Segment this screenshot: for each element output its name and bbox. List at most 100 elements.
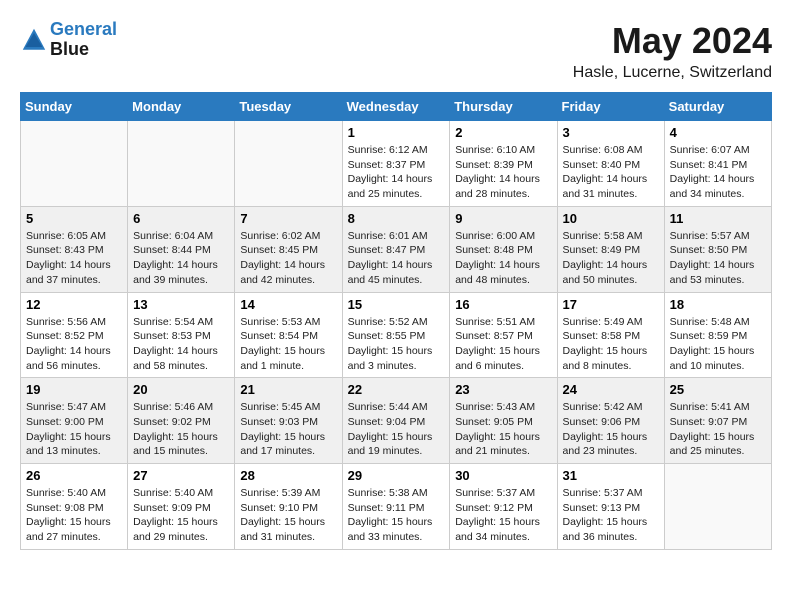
- calendar-cell: 7 Sunrise: 6:02 AM Sunset: 8:45 PM Daylig…: [235, 206, 342, 292]
- cell-info: Sunrise: 5:40 AM Sunset: 9:08 PM Dayligh…: [26, 486, 122, 545]
- day-number: 10: [563, 211, 659, 226]
- calendar-cell: 10Sunrise: 5:58 AM Sunset: 8:49 PM Dayli…: [557, 206, 664, 292]
- calendar-cell: 27Sunrise: 5:40 AM Sunset: 9:09 PM Dayli…: [128, 464, 235, 550]
- day-number: 9: [455, 211, 551, 226]
- cell-info: Sunrise: 6:00 AM Sunset: 8:48 PM Dayligh…: [455, 229, 551, 288]
- day-number: 21: [240, 382, 336, 397]
- day-number: 17: [563, 297, 659, 312]
- day-number: 6: [133, 211, 229, 226]
- calendar-cell: 14Sunrise: 5:53 AM Sunset: 8:54 PM Dayli…: [235, 292, 342, 378]
- cell-info: Sunrise: 5:52 AM Sunset: 8:55 PM Dayligh…: [348, 315, 445, 374]
- day-header-wednesday: Wednesday: [342, 93, 450, 121]
- page-header: General Blue May 2024 Hasle, Lucerne, Sw…: [20, 20, 772, 82]
- calendar-cell: [235, 121, 342, 207]
- cell-info: Sunrise: 5:40 AM Sunset: 9:09 PM Dayligh…: [133, 486, 229, 545]
- cell-info: Sunrise: 6:07 AM Sunset: 8:41 PM Dayligh…: [670, 143, 766, 202]
- day-number: 8: [348, 211, 445, 226]
- cell-info: Sunrise: 5:41 AM Sunset: 9:07 PM Dayligh…: [670, 400, 766, 459]
- calendar-cell: 18 Sunrise: 5:48 AM Sunset: 8:59 PM Dayli…: [664, 292, 771, 378]
- calendar-cell: 25 Sunrise: 5:41 AM Sunset: 9:07 PM Dayli…: [664, 378, 771, 464]
- calendar-table: SundayMondayTuesdayWednesdayThursdayFrid…: [20, 92, 772, 550]
- cell-info: Sunrise: 5:45 AM Sunset: 9:03 PM Dayligh…: [240, 400, 336, 459]
- calendar-week-row: 19Sunrise: 5:47 AM Sunset: 9:00 PM Dayli…: [21, 378, 772, 464]
- location-title: Hasle, Lucerne, Switzerland: [573, 64, 772, 82]
- logo-icon: [20, 26, 48, 54]
- cell-info: Sunrise: 5:37 AM Sunset: 9:13 PM Dayligh…: [563, 486, 659, 545]
- day-number: 5: [26, 211, 122, 226]
- day-number: 4: [670, 125, 766, 140]
- cell-info: Sunrise: 5:49 AM Sunset: 8:58 PM Dayligh…: [563, 315, 659, 374]
- cell-info: Sunrise: 5:54 AM Sunset: 8:53 PM Dayligh…: [133, 315, 229, 374]
- logo-general: General: [50, 19, 117, 39]
- cell-info: Sunrise: 5:39 AM Sunset: 9:10 PM Dayligh…: [240, 486, 336, 545]
- calendar-cell: 11Sunrise: 5:57 AM Sunset: 8:50 PM Dayli…: [664, 206, 771, 292]
- day-number: 30: [455, 468, 551, 483]
- calendar-cell: 12 Sunrise: 5:56 AM Sunset: 8:52 PM Dayli…: [21, 292, 128, 378]
- day-number: 24: [563, 382, 659, 397]
- day-number: 20: [133, 382, 229, 397]
- month-title: May 2024: [573, 20, 772, 62]
- day-number: 25: [670, 382, 766, 397]
- day-number: 29: [348, 468, 445, 483]
- day-number: 22: [348, 382, 445, 397]
- day-number: 28: [240, 468, 336, 483]
- calendar-header-row: SundayMondayTuesdayWednesdayThursdayFrid…: [21, 93, 772, 121]
- cell-info: Sunrise: 5:38 AM Sunset: 9:11 PM Dayligh…: [348, 486, 445, 545]
- calendar-cell: 6 Sunrise: 6:04 AM Sunset: 8:44 PM Daylig…: [128, 206, 235, 292]
- day-number: 31: [563, 468, 659, 483]
- calendar-cell: 31 Sunrise: 5:37 AM Sunset: 9:13 PM Dayli…: [557, 464, 664, 550]
- day-header-friday: Friday: [557, 93, 664, 121]
- cell-info: Sunrise: 6:12 AM Sunset: 8:37 PM Dayligh…: [348, 143, 445, 202]
- cell-info: Sunrise: 6:02 AM Sunset: 8:45 PM Dayligh…: [240, 229, 336, 288]
- cell-info: Sunrise: 5:37 AM Sunset: 9:12 PM Dayligh…: [455, 486, 551, 545]
- logo-blue: Blue: [50, 39, 89, 59]
- cell-info: Sunrise: 5:56 AM Sunset: 8:52 PM Dayligh…: [26, 315, 122, 374]
- day-header-monday: Monday: [128, 93, 235, 121]
- calendar-cell: 16 Sunrise: 5:51 AM Sunset: 8:57 PM Dayli…: [450, 292, 557, 378]
- calendar-cell: 4 Sunrise: 6:07 AM Sunset: 8:41 PM Daylig…: [664, 121, 771, 207]
- cell-info: Sunrise: 6:08 AM Sunset: 8:40 PM Dayligh…: [563, 143, 659, 202]
- calendar-cell: 9 Sunrise: 6:00 AM Sunset: 8:48 PM Daylig…: [450, 206, 557, 292]
- day-number: 18: [670, 297, 766, 312]
- day-header-tuesday: Tuesday: [235, 93, 342, 121]
- calendar-cell: 21 Sunrise: 5:45 AM Sunset: 9:03 PM Dayli…: [235, 378, 342, 464]
- calendar-week-row: 1Sunrise: 6:12 AM Sunset: 8:37 PM Daylig…: [21, 121, 772, 207]
- day-number: 2: [455, 125, 551, 140]
- day-number: 12: [26, 297, 122, 312]
- calendar-cell: [128, 121, 235, 207]
- cell-info: Sunrise: 5:48 AM Sunset: 8:59 PM Dayligh…: [670, 315, 766, 374]
- cell-info: Sunrise: 5:46 AM Sunset: 9:02 PM Dayligh…: [133, 400, 229, 459]
- calendar-cell: 3Sunrise: 6:08 AM Sunset: 8:40 PM Daylig…: [557, 121, 664, 207]
- calendar-cell: 30 Sunrise: 5:37 AM Sunset: 9:12 PM Dayli…: [450, 464, 557, 550]
- cell-info: Sunrise: 6:01 AM Sunset: 8:47 PM Dayligh…: [348, 229, 445, 288]
- day-number: 16: [455, 297, 551, 312]
- calendar-cell: 29 Sunrise: 5:38 AM Sunset: 9:11 PM Dayli…: [342, 464, 450, 550]
- calendar-week-row: 12 Sunrise: 5:56 AM Sunset: 8:52 PM Dayli…: [21, 292, 772, 378]
- calendar-cell: 15 Sunrise: 5:52 AM Sunset: 8:55 PM Dayli…: [342, 292, 450, 378]
- cell-info: Sunrise: 6:04 AM Sunset: 8:44 PM Dayligh…: [133, 229, 229, 288]
- calendar-cell: 28 Sunrise: 5:39 AM Sunset: 9:10 PM Dayli…: [235, 464, 342, 550]
- calendar-cell: 13 Sunrise: 5:54 AM Sunset: 8:53 PM Dayli…: [128, 292, 235, 378]
- day-number: 13: [133, 297, 229, 312]
- calendar-cell: [21, 121, 128, 207]
- calendar-cell: 17 Sunrise: 5:49 AM Sunset: 8:58 PM Dayli…: [557, 292, 664, 378]
- day-number: 7: [240, 211, 336, 226]
- cell-info: Sunrise: 5:53 AM Sunset: 8:54 PM Dayligh…: [240, 315, 336, 374]
- cell-info: Sunrise: 6:10 AM Sunset: 8:39 PM Dayligh…: [455, 143, 551, 202]
- calendar-cell: 2 Sunrise: 6:10 AM Sunset: 8:39 PM Daylig…: [450, 121, 557, 207]
- calendar-cell: 22 Sunrise: 5:44 AM Sunset: 9:04 PM Dayli…: [342, 378, 450, 464]
- calendar-week-row: 5 Sunrise: 6:05 AM Sunset: 8:43 PM Daylig…: [21, 206, 772, 292]
- calendar-cell: 19Sunrise: 5:47 AM Sunset: 9:00 PM Dayli…: [21, 378, 128, 464]
- day-number: 15: [348, 297, 445, 312]
- day-number: 26: [26, 468, 122, 483]
- cell-info: Sunrise: 6:05 AM Sunset: 8:43 PM Dayligh…: [26, 229, 122, 288]
- calendar-week-row: 26 Sunrise: 5:40 AM Sunset: 9:08 PM Dayli…: [21, 464, 772, 550]
- day-number: 11: [670, 211, 766, 226]
- cell-info: Sunrise: 5:51 AM Sunset: 8:57 PM Dayligh…: [455, 315, 551, 374]
- day-number: 23: [455, 382, 551, 397]
- day-header-sunday: Sunday: [21, 93, 128, 121]
- cell-info: Sunrise: 5:42 AM Sunset: 9:06 PM Dayligh…: [563, 400, 659, 459]
- calendar-cell: [664, 464, 771, 550]
- day-header-saturday: Saturday: [664, 93, 771, 121]
- cell-info: Sunrise: 5:44 AM Sunset: 9:04 PM Dayligh…: [348, 400, 445, 459]
